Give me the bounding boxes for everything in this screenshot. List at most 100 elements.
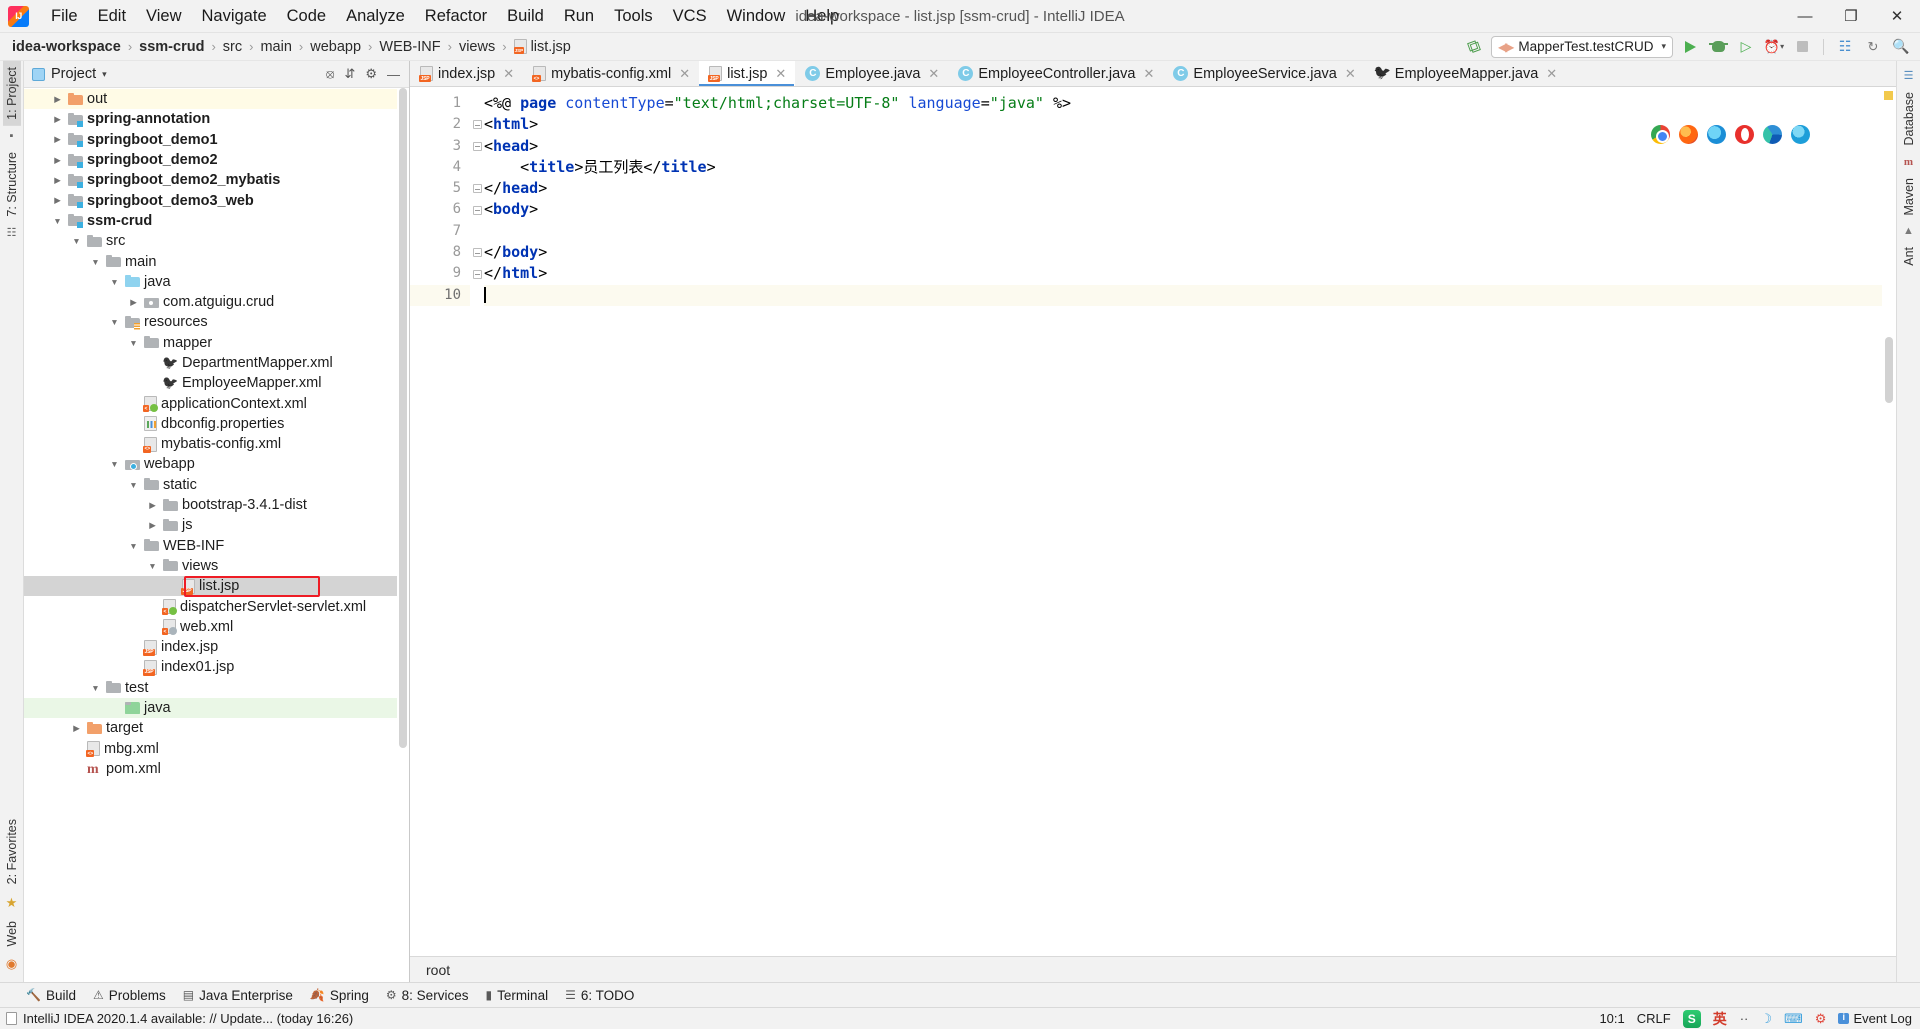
code-line[interactable] — [484, 221, 1896, 242]
tree-node-static[interactable]: static — [24, 475, 409, 495]
toolwindow-build[interactable]: 🔨 Build — [22, 986, 89, 1005]
updates-icon[interactable]: ↻ — [1862, 36, 1884, 58]
ime-language-label[interactable]: 英 — [1713, 1009, 1728, 1029]
toolwindow-spring[interactable]: 🍂 Spring — [306, 986, 382, 1005]
toolwindow-java-enterprise[interactable]: ▤ Java Enterprise — [179, 986, 306, 1005]
menu-window[interactable]: Window — [717, 3, 796, 29]
run-with-coverage-button[interactable]: ▷ — [1735, 36, 1757, 58]
menu-vcs[interactable]: VCS — [663, 3, 717, 29]
tree-node-index01-jsp[interactable]: JSP index01.jsp — [24, 657, 409, 677]
collapse-all-icon[interactable]: ⇵ — [344, 66, 355, 82]
close-icon[interactable]: ✕ — [679, 66, 690, 82]
chevron-down-icon[interactable] — [128, 480, 139, 490]
chevron-down-icon[interactable] — [109, 459, 120, 469]
search-icon[interactable]: 🔍 — [1890, 36, 1912, 58]
chevron-down-icon[interactable] — [90, 683, 101, 693]
chevron-right-icon[interactable] — [52, 175, 63, 186]
line-separator[interactable]: CRLF — [1637, 1011, 1671, 1026]
tree-node-mbg-xml[interactable]: <> mbg.xml — [24, 739, 409, 759]
tree-node-web-inf[interactable]: WEB-INF — [24, 536, 409, 556]
chevron-down-icon[interactable] — [128, 338, 139, 348]
tree-node-java[interactable]: java — [24, 272, 409, 292]
editor-scrollbar-thumb[interactable] — [1885, 337, 1893, 403]
breadcrumb-item-views[interactable]: views — [457, 38, 497, 56]
breadcrumb-item-module[interactable]: ssm-crud — [137, 38, 206, 56]
tree-node-employeemapper-xml[interactable]: EmployeeMapper.xml — [24, 373, 409, 393]
tool-tab-maven[interactable]: Maven — [1900, 172, 1918, 222]
fold-marker-icon[interactable] — [470, 242, 484, 263]
menu-edit[interactable]: Edit — [88, 3, 136, 29]
editor-warning-marker[interactable] — [1884, 91, 1893, 100]
toolwindow-problems[interactable]: ⚠ Problems — [89, 986, 179, 1005]
tree-node-bootstrap-3-4-1-dist[interactable]: bootstrap-3.4.1-dist — [24, 495, 409, 515]
code-line[interactable]: </html> — [484, 263, 1896, 284]
toolwindow-8-services[interactable]: ⚙ 8: Services — [382, 986, 482, 1005]
tree-node-springboot-demo2[interactable]: springboot_demo2 — [24, 150, 409, 170]
code-line[interactable]: </head> — [484, 178, 1896, 199]
editor-tab-employee-java[interactable]: C Employee.java ✕ — [795, 61, 948, 86]
chevron-right-icon[interactable] — [52, 195, 63, 206]
chevron-right-icon[interactable] — [71, 723, 82, 734]
debug-button[interactable] — [1707, 36, 1729, 58]
tree-node-web-xml[interactable]: < web.xml — [24, 617, 409, 637]
fold-marker-icon[interactable] — [470, 136, 484, 157]
menu-build[interactable]: Build — [497, 3, 554, 29]
tree-node-views[interactable]: views — [24, 556, 409, 576]
profiler-button[interactable]: ⏰ ▾ — [1763, 36, 1785, 58]
menu-view[interactable]: View — [136, 3, 191, 29]
breadcrumb-item-webinf[interactable]: WEB-INF — [377, 38, 442, 56]
tool-tab-structure[interactable]: 7: Structure — [3, 146, 21, 223]
sogou-ime-icon[interactable]: S — [1682, 1009, 1701, 1028]
ie-icon[interactable] — [1791, 125, 1810, 144]
project-tree[interactable]: out spring-annotation springboot_demo1spri… — [24, 88, 409, 982]
minimize-button[interactable]: — — [1782, 0, 1828, 33]
tool-tab-web[interactable]: Web — [3, 915, 21, 952]
run-button[interactable] — [1679, 36, 1701, 58]
editor-tab-employeemapper-java[interactable]: EmployeeMapper.java ✕ — [1365, 61, 1566, 86]
tree-node-springboot-demo3-web[interactable]: springboot_demo3_web — [24, 190, 409, 210]
toolwindow-6-todo[interactable]: ☰ 6: TODO — [561, 986, 647, 1005]
firefox-icon[interactable] — [1679, 125, 1698, 144]
chevron-right-icon[interactable] — [52, 155, 63, 166]
close-icon[interactable]: ✕ — [1546, 66, 1557, 82]
tree-node-webapp[interactable]: webapp — [24, 454, 409, 474]
tree-node-ssm-crud[interactable]: ssm-crud — [24, 211, 409, 231]
tree-node-index-jsp[interactable]: JSP index.jsp — [24, 637, 409, 657]
breadcrumb-item-main[interactable]: main — [258, 38, 293, 56]
stop-button[interactable] — [1791, 36, 1813, 58]
fold-marker-icon[interactable] — [470, 199, 484, 220]
chevron-right-icon[interactable] — [128, 297, 139, 308]
ime-tools-icon[interactable]: ⚙ — [1815, 1011, 1827, 1027]
edge-legacy-icon[interactable] — [1707, 125, 1726, 144]
fold-marker-icon[interactable] — [470, 114, 484, 135]
tool-tab-database[interactable]: Database — [1900, 86, 1918, 152]
tree-node-applicationcontext-xml[interactable]: < applicationContext.xml — [24, 393, 409, 413]
ime-moon-icon[interactable]: ☽ — [1760, 1011, 1772, 1027]
menu-analyze[interactable]: Analyze — [336, 3, 415, 29]
chevron-down-icon[interactable] — [52, 216, 63, 226]
toolwindow-terminal[interactable]: ▮ Terminal — [481, 986, 561, 1005]
tree-node-com-atguigu-crud[interactable]: com.atguigu.crud — [24, 292, 409, 312]
event-log-button[interactable]: Event Log — [1838, 1011, 1912, 1026]
tree-node-test[interactable]: test — [24, 678, 409, 698]
menu-navigate[interactable]: Navigate — [192, 3, 277, 29]
tree-node-dispatcherservlet-servlet-xml[interactable]: < dispatcherServlet-servlet.xml — [24, 596, 409, 616]
caret-position[interactable]: 10:1 — [1599, 1011, 1624, 1026]
tree-node-springboot-demo2-mybatis[interactable]: springboot_demo2_mybatis — [24, 170, 409, 190]
tree-node-src[interactable]: src — [24, 231, 409, 251]
tree-node-out[interactable]: out — [24, 89, 409, 110]
tree-node-spring-annotation[interactable]: spring-annotation — [24, 109, 409, 129]
breadcrumb-item-webapp[interactable]: webapp — [308, 38, 363, 56]
chevron-down-icon[interactable]: ▾ — [102, 69, 107, 80]
run-configuration-selector[interactable]: ◀▶ MapperTest.testCRUD ▾ — [1490, 35, 1673, 58]
close-icon[interactable]: ✕ — [1144, 66, 1155, 82]
tree-node-springboot-demo1[interactable]: springboot_demo1 — [24, 130, 409, 150]
code-line[interactable]: <body> — [484, 199, 1896, 220]
code-line[interactable]: </body> — [484, 242, 1896, 263]
layout-icon[interactable]: ☷ — [1834, 36, 1856, 58]
editor-code-content[interactable]: <%@ page contentType="text/html;charset=… — [484, 87, 1896, 956]
status-message[interactable]: IntelliJ IDEA 2020.1.4 available: // Upd… — [23, 1011, 353, 1026]
close-icon[interactable]: ✕ — [1345, 66, 1356, 82]
ime-keyboard-icon[interactable]: ⌨ — [1784, 1011, 1803, 1027]
project-scrollbar[interactable] — [397, 88, 409, 982]
